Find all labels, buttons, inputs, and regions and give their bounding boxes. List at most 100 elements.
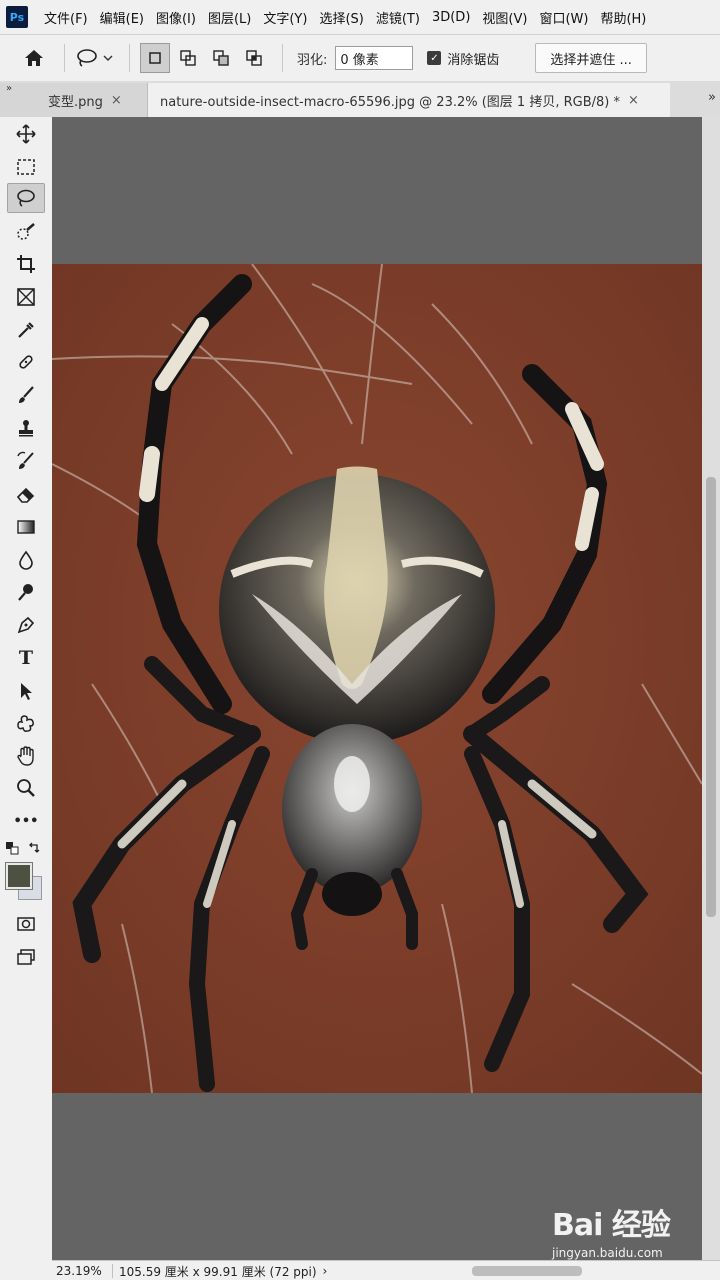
menu-help[interactable]: 帮助(H) <box>594 8 652 27</box>
home-button[interactable] <box>14 38 54 78</box>
default-colors-button[interactable] <box>2 839 22 857</box>
frame-tool[interactable] <box>7 282 45 312</box>
swap-colors-button[interactable] <box>24 839 44 857</box>
zoom-icon <box>17 779 35 797</box>
path-selection-tool[interactable] <box>7 676 45 706</box>
scrollbar-thumb[interactable] <box>706 477 716 917</box>
hand-tool[interactable] <box>7 741 45 771</box>
panel-collapse-icon[interactable]: » <box>6 83 12 94</box>
history-brush-tool[interactable] <box>7 446 45 476</box>
brush-tool[interactable] <box>7 380 45 410</box>
custom-shape-tool[interactable] <box>7 709 45 739</box>
quick-mask-button[interactable] <box>7 909 45 939</box>
tools-panel: T ••• <box>0 117 53 1280</box>
lasso-icon <box>17 189 35 207</box>
clone-stamp-tool[interactable] <box>7 413 45 443</box>
antialias-label: 消除锯齿 <box>447 52 500 68</box>
menu-type[interactable]: 文字(Y) <box>257 8 313 27</box>
new-selection-icon <box>149 52 161 64</box>
close-icon[interactable]: × <box>628 93 639 108</box>
zoom-level-field[interactable]: 23.19% <box>52 1264 113 1278</box>
brush-icon <box>19 386 34 403</box>
menu-window[interactable]: 窗口(W) <box>533 8 594 27</box>
menu-3d[interactable]: 3D(D) <box>426 10 476 25</box>
menu-layer[interactable]: 图层(L) <box>202 8 257 27</box>
pen-icon <box>17 616 35 634</box>
tool-preset-picker[interactable] <box>75 47 119 69</box>
add-to-selection-button[interactable] <box>173 43 203 73</box>
gradient-tool[interactable] <box>7 512 45 542</box>
blur-icon <box>19 550 33 570</box>
hand-icon <box>17 746 34 766</box>
menu-file[interactable]: 文件(F) <box>38 8 94 27</box>
edit-toolbar-button[interactable]: ••• <box>7 806 45 836</box>
eyedropper-icon <box>18 322 34 338</box>
vertical-scrollbar[interactable] <box>702 117 720 1260</box>
divider <box>282 44 283 72</box>
close-icon[interactable]: × <box>111 93 122 108</box>
eraser-icon <box>16 487 35 503</box>
eraser-tool[interactable] <box>7 479 45 509</box>
new-selection-button[interactable] <box>140 43 170 73</box>
horizontal-scrollbar-thumb[interactable] <box>472 1266 582 1276</box>
marquee-tool[interactable] <box>7 152 45 182</box>
subtract-selection-button[interactable] <box>206 43 236 73</box>
crop-tool[interactable] <box>7 249 45 279</box>
chevron-down-icon <box>103 55 113 61</box>
blur-tool[interactable] <box>7 545 45 575</box>
tab-label: 变型.png <box>48 94 103 110</box>
gradient-icon <box>17 520 35 534</box>
pen-tool[interactable] <box>7 610 45 640</box>
stamp-icon <box>19 420 33 437</box>
quick-mask-icon <box>17 917 35 931</box>
foreground-color-swatch[interactable] <box>5 862 33 890</box>
dodge-icon <box>18 584 33 601</box>
photoshop-window: Ps 文件(F) 编辑(E) 图像(I) 图层(L) 文字(Y) 选择(S) 滤… <box>0 0 720 1280</box>
feather-input[interactable]: 0 像素 <box>335 46 414 70</box>
menu-edit[interactable]: 编辑(E) <box>94 8 150 27</box>
select-and-mask-button[interactable]: 选择并遮住 ... <box>535 43 647 73</box>
eyedropper-tool[interactable] <box>7 315 45 345</box>
check-icon: ✓ <box>430 52 439 64</box>
home-icon <box>25 50 43 66</box>
spider-photo <box>52 263 702 1094</box>
document-tab-bar: » 变型.png × nature-outside-insect-macro-6… <box>0 81 720 117</box>
options-bar: 羽化: 0 像素 ✓ 消除锯齿 选择并遮住 ... <box>0 34 720 82</box>
document-image[interactable] <box>52 263 702 1094</box>
menu-image[interactable]: 图像(I) <box>150 8 202 27</box>
lasso-tool[interactable] <box>7 183 45 213</box>
baidu-watermark: Bai 经验 jingyan.baidu.com <box>552 1200 692 1264</box>
shape-icon <box>17 715 34 732</box>
menu-bar: Ps 文件(F) 编辑(E) 图像(I) 图层(L) 文字(Y) 选择(S) 滤… <box>0 0 720 34</box>
swap-colors-icon <box>29 842 40 853</box>
divider <box>129 44 130 72</box>
subtract-selection-icon <box>213 50 229 66</box>
type-tool[interactable]: T <box>7 643 45 673</box>
zoom-tool[interactable] <box>7 773 45 803</box>
history-brush-icon <box>17 451 34 469</box>
add-selection-icon <box>180 50 196 66</box>
menu-view[interactable]: 视图(V) <box>476 8 533 27</box>
document-canvas[interactable] <box>52 117 702 1260</box>
menu-select[interactable]: 选择(S) <box>313 8 369 27</box>
intersect-selection-button[interactable] <box>239 43 269 73</box>
quick-select-tool[interactable] <box>7 217 45 247</box>
healing-brush-tool[interactable] <box>7 347 45 377</box>
watermark-logo: Bai 经验 <box>552 1208 671 1243</box>
tab-document-inactive[interactable]: 变型.png × <box>0 83 148 117</box>
move-icon <box>16 124 36 144</box>
dodge-tool[interactable] <box>7 577 45 607</box>
divider <box>64 44 65 72</box>
screen-mode-icon <box>17 949 35 965</box>
document-info[interactable]: 105.59 厘米 x 99.91 厘米 (72 ppi) <box>113 1263 317 1280</box>
menu-filter[interactable]: 滤镜(T) <box>370 8 426 27</box>
move-tool[interactable] <box>7 119 45 149</box>
screen-mode-button[interactable] <box>7 942 45 972</box>
antialias-checkbox[interactable]: ✓ <box>427 51 442 65</box>
feather-label: 羽化: <box>297 52 328 68</box>
more-tabs-icon[interactable]: » <box>708 90 716 105</box>
tab-document-active[interactable]: nature-outside-insect-macro-65596.jpg @ … <box>148 83 670 117</box>
marquee-icon <box>17 159 35 175</box>
app-logo: Ps <box>6 6 28 28</box>
status-menu-arrow[interactable]: › <box>323 1264 328 1278</box>
